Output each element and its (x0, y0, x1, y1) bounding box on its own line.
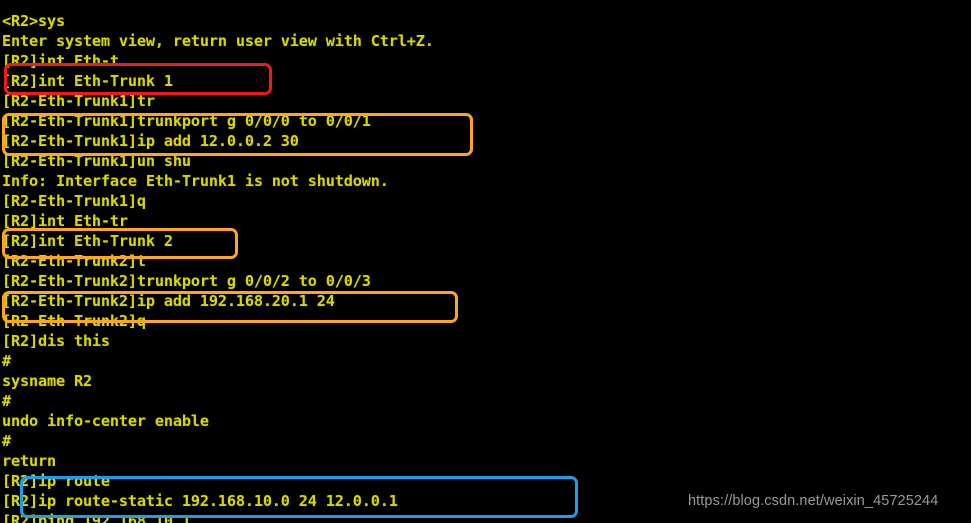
terminal-line: # (2, 352, 11, 370)
terminal-line: [R2]dis this (2, 332, 110, 350)
terminal-line: [R2-Eth-Trunk1]trunkport g 0/0/0 to 0/0/… (2, 112, 371, 130)
terminal-line: [R2]int Eth-Trunk 2 (2, 232, 173, 250)
terminal-line: [R2-Eth-Trunk2]t (2, 252, 146, 270)
terminal-line: [R2]int Eth-tr (2, 212, 128, 230)
terminal-output[interactable]: <R2>sys Enter system view, return user vi… (0, 0, 971, 523)
terminal-line: return (2, 452, 56, 470)
terminal-line: [R2-Eth-Trunk1]un shu (2, 152, 191, 170)
watermark-url: https://blog.csdn.net/weixin_45725244 (688, 493, 939, 509)
terminal-line: # (2, 432, 11, 450)
terminal-line: [R2]int Eth-Trunk 1 (2, 72, 173, 90)
terminal-line: [R2-Eth-Trunk1]tr (2, 92, 155, 110)
terminal-line: undo info-center enable (2, 412, 209, 430)
terminal-line: [R2-Eth-Trunk2]q (2, 312, 146, 330)
terminal-line: [R2]ip route (2, 472, 110, 490)
terminal-line: # (2, 392, 11, 410)
terminal-screenshot: <R2>sys Enter system view, return user vi… (0, 0, 971, 523)
terminal-line: Info: Interface Eth-Trunk1 is not shutdo… (2, 172, 389, 190)
terminal-line: [R2-Eth-Trunk2]ip add 192.168.20.1 24 (2, 292, 335, 310)
terminal-line: [R2-Eth-Trunk1]ip add 12.0.0.2 30 (2, 132, 299, 150)
terminal-line: [R2-Eth-Trunk2]trunkport g 0/0/2 to 0/0/… (2, 272, 371, 290)
terminal-line: [R2]ping 192.168.10.1 (2, 512, 191, 523)
terminal-line: <R2>sys (2, 12, 65, 30)
terminal-line: [R2]int Eth-t (2, 52, 119, 70)
terminal-line: sysname R2 (2, 372, 92, 390)
terminal-line: Enter system view, return user view with… (2, 32, 434, 50)
terminal-line: [R2]ip route-static 192.168.10.0 24 12.0… (2, 492, 398, 510)
terminal-line: [R2-Eth-Trunk1]q (2, 192, 146, 210)
